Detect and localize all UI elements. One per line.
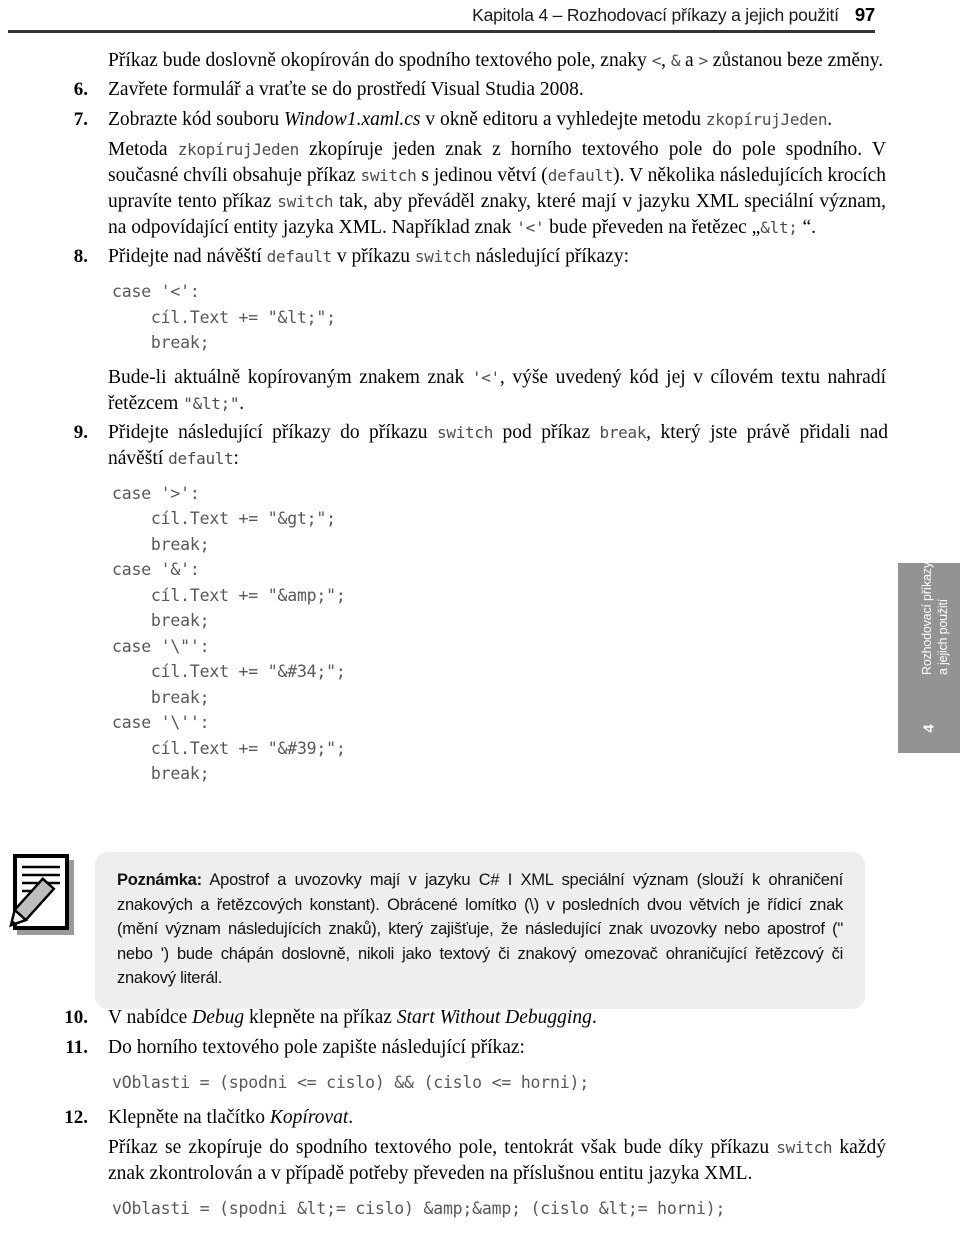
mp-mono6: &lt;: [760, 218, 798, 237]
method-text: Metoda zkopírujJeden zkopíruje jeden zna…: [108, 137, 888, 241]
list-item: 7. Zobrazte kód souboru Window1.xaml.cs …: [0, 107, 890, 133]
item8-c: následující příkazy:: [470, 246, 629, 267]
item12-a: Klepněte na tlačítko: [108, 1106, 270, 1128]
note-pencil-icon: [8, 850, 86, 942]
item10-menu: Debug: [192, 1007, 245, 1028]
intro-lt: <: [651, 51, 662, 70]
chapter-side-tab: Rozhodovací příkazy a jejich použití 4: [898, 562, 960, 753]
list-item: 9. Přidejte následující příkazy do příka…: [0, 420, 890, 472]
item7-filename: Window1.xaml.cs: [284, 109, 421, 130]
note-label: Poznámka:: [117, 871, 202, 889]
note-box: Poznámka: Apostrof a uvozovky mají v jaz…: [95, 852, 865, 1009]
intro-c: a: [680, 50, 699, 71]
note-body: Apostrof a uvozovky mají v jazyku C# I X…: [117, 871, 843, 987]
list-number-9: 9.: [73, 421, 88, 443]
intro-a: Příkaz bude doslovně okopírován do spodn…: [108, 50, 652, 71]
list-item: 10. V nabídce Debug klepněte na příkaz S…: [0, 1005, 890, 1031]
list-number-12: 12.: [64, 1106, 88, 1128]
running-head-title: Kapitola 4 – Rozhodovací příkazy a jejic…: [472, 5, 839, 25]
fp-a: Příkaz se zkopíruje do spodního textovéh…: [108, 1136, 777, 1158]
list-number-10: 10.: [64, 1007, 88, 1028]
budeli-paragraph: Bude-li aktuálně kopírovaným znakem znak…: [0, 365, 890, 417]
note-text: Poznámka: Apostrof a uvozovky mají v jaz…: [117, 868, 843, 991]
list-text-8: Přidejte nad návěští default v příkazu s…: [108, 244, 890, 270]
list-text-7: Zobrazte kód souboru Window1.xaml.cs v o…: [108, 107, 890, 133]
list-number-11: 11.: [65, 1037, 88, 1058]
note-callout: Poznámka: Apostrof a uvozovky mají v jaz…: [0, 848, 890, 1009]
mp-mono1: zkopírujJeden: [177, 140, 300, 159]
item7-method: zkopírujJeden: [705, 110, 828, 129]
side-tab-line1: Rozhodovací příkazy: [920, 562, 934, 675]
list-item: 12. Klepněte na tlačítko Kopírovat.: [0, 1105, 890, 1131]
intro-b: ,: [661, 50, 671, 71]
item10-b: klepněte na příkaz: [244, 1007, 397, 1028]
item9-mono3: default: [168, 448, 234, 468]
item9-b: pod příkaz: [493, 421, 600, 443]
list-text-6: Zavřete formulář a vraťte se do prostřed…: [108, 79, 584, 100]
list-item: 8. Přidejte nad návěští default v příkaz…: [0, 244, 890, 270]
running-head: Kapitola 4 – Rozhodovací příkazy a jejic…: [0, 4, 875, 26]
list-text-10: V nabídce Debug klepněte na příkaz Start…: [108, 1005, 890, 1031]
mp-mono5: '<': [516, 218, 545, 237]
bottom-list: 10. V nabídce Debug klepněte na příkaz S…: [0, 1005, 890, 1230]
item10-command: Start Without Debugging: [396, 1007, 592, 1028]
side-tab-line2: a jejich použití: [936, 598, 950, 675]
item9-mono2: break: [599, 422, 647, 442]
intro-amp: &: [670, 51, 681, 70]
item12-b: .: [348, 1106, 354, 1128]
final-paragraph: Příkaz se zkopíruje do spodního textovéh…: [0, 1135, 890, 1187]
mp-a: Metoda: [108, 139, 178, 160]
item9-d: :: [233, 447, 239, 469]
mp-c: s jedinou větví (: [416, 165, 548, 186]
final-text: Příkaz se zkopíruje do spodního textovéh…: [108, 1135, 888, 1187]
item7-b: v okně editoru a vyhledejte metodu: [420, 109, 706, 130]
budeli-text: Bude-li aktuálně kopírovaným znakem znak…: [108, 365, 888, 417]
page: Kapitola 4 – Rozhodovací příkazy a jejic…: [0, 0, 960, 1235]
item7-c: .: [827, 109, 833, 130]
item12-button: Kopírovat: [269, 1106, 349, 1128]
content-column: Příkaz bude doslovně okopírován do spodn…: [0, 48, 890, 796]
item8-a: Přidejte nad návěští: [108, 246, 267, 267]
mp-mono4: switch: [277, 192, 334, 211]
method-paragraph: Metoda zkopírujJeden zkopíruje jeden zna…: [0, 137, 890, 241]
code-block-4: vOblasti = (spodni &lt;= cislo) &amp;&am…: [112, 1198, 726, 1218]
side-tab-chapter-number: 4: [920, 724, 938, 733]
intro-text: Příkaz bude doslovně okopírován do spodn…: [108, 48, 888, 74]
bl-mono1: '<': [471, 367, 500, 387]
item10-a: V nabídce: [108, 1007, 193, 1028]
item7-a: Zobrazte kód souboru: [108, 109, 284, 130]
list-item: 6. Zavřete formulář a vraťte se do prost…: [0, 77, 890, 103]
intro-d: zůstanou beze změny.: [707, 50, 884, 71]
code-block-2: case '>': cíl.Text += "&gt;"; break; cas…: [112, 483, 346, 784]
mp-mono3: default: [547, 166, 614, 185]
mp-mono2: switch: [360, 166, 417, 185]
mp-f: bude převeden na řetězec „: [544, 217, 761, 238]
code-block-1: case '<': cíl.Text += "&lt;"; break;: [112, 282, 336, 352]
item8-mono1: default: [266, 247, 333, 266]
item8-b: v příkazu: [332, 246, 415, 267]
item10-c: .: [591, 1007, 597, 1028]
intro-gt: >: [698, 51, 709, 70]
header-rule: [8, 30, 875, 33]
list-item: 11. Do horního textového pole zapište ná…: [0, 1035, 890, 1061]
page-number: 97: [854, 4, 875, 25]
bl-mono2: "&lt;": [183, 393, 240, 413]
item9-mono1: switch: [437, 422, 494, 442]
fp-mono1: switch: [776, 1137, 833, 1157]
item8-mono2: switch: [414, 247, 471, 266]
list-text-11: Do horního textového pole zapište násled…: [108, 1037, 525, 1058]
item9-a: Přidejte následující příkazy do příkazu: [108, 421, 438, 443]
code-block-3: vOblasti = (spodni <= cislo) && (cislo <…: [112, 1073, 589, 1092]
list-text-12: Klepněte na tlačítko Kopírovat.: [108, 1105, 890, 1131]
list-number-6: 6.: [73, 79, 88, 100]
list-number-7: 7.: [73, 109, 88, 130]
list-number-8: 8.: [73, 246, 88, 267]
bl-a: Bude-li aktuálně kopírovaným znakem znak: [108, 366, 472, 388]
mp-g: “.: [797, 217, 817, 238]
intro-paragraph: Příkaz bude doslovně okopírován do spodn…: [0, 48, 890, 74]
bl-c: .: [239, 392, 245, 414]
list-text-9: Přidejte následující příkazy do příkazu …: [108, 420, 890, 472]
